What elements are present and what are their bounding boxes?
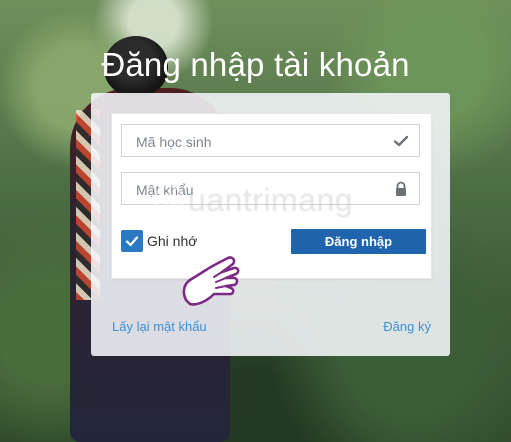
check-icon bbox=[393, 133, 409, 149]
forgot-password-link[interactable]: Lấy lại mật khẩu bbox=[112, 319, 207, 334]
remember-me-label: Ghi nhớ bbox=[147, 233, 198, 249]
pointing-hand-icon bbox=[176, 248, 246, 310]
password-input[interactable] bbox=[134, 173, 388, 206]
student-id-input[interactable] bbox=[134, 125, 388, 158]
password-field[interactable] bbox=[121, 172, 420, 206]
register-link[interactable]: Đăng ký bbox=[383, 319, 431, 334]
checkbox-checked-icon[interactable] bbox=[121, 230, 143, 252]
page-title: Đăng nhập tài khoản bbox=[101, 46, 410, 84]
student-id-field[interactable] bbox=[121, 124, 420, 158]
login-button[interactable]: Đăng nhập bbox=[291, 229, 426, 254]
lock-icon bbox=[393, 181, 409, 197]
